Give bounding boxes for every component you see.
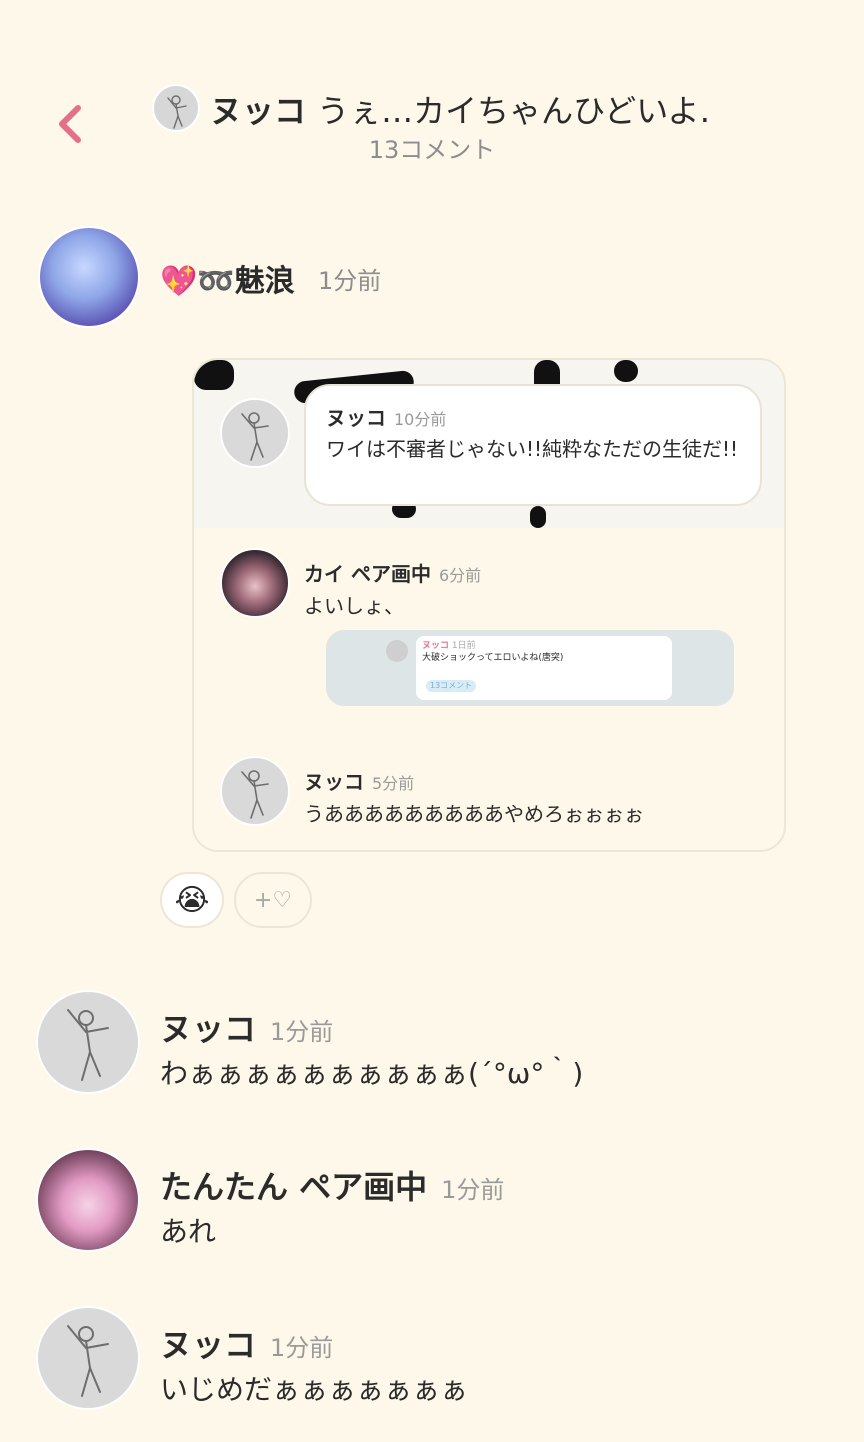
avatar[interactable] (220, 398, 290, 468)
comment-author[interactable]: ヌッコ (160, 1010, 256, 1048)
comment-text: わぁぁぁぁぁぁぁぁぁぁ(´°ω°｀) (160, 1057, 584, 1090)
avatar[interactable] (36, 990, 140, 1094)
avatar[interactable] (220, 756, 290, 826)
post-author-name: ヌッコ (210, 92, 307, 130)
embedded-comment-count: 13コメント (426, 680, 477, 692)
figure-icon (67, 1325, 109, 1397)
add-reaction-button[interactable]: +♡ (234, 872, 312, 928)
crying-face-icon: 😭 (174, 882, 210, 918)
comment-author[interactable]: たんたん ペア画中 (160, 1168, 427, 1206)
quoted-author: ヌッコ (304, 770, 364, 794)
comment-time: 1分前 (318, 267, 382, 295)
quoted-text: よいしょ、 (304, 594, 404, 618)
quoted-author: ヌッコ (326, 406, 386, 430)
comment-time: 1分前 (270, 1334, 334, 1362)
comment-time: 1分前 (441, 1176, 505, 1204)
comment-author[interactable]: ヌッコ (160, 1326, 256, 1364)
post-title: ヌッコ うぇ…カイちゃんひどいよ… (210, 86, 710, 132)
figure-icon (241, 770, 269, 819)
comment-text: いじめだぁぁぁぁぁぁぁ (160, 1373, 469, 1406)
figure-icon (167, 95, 187, 129)
avatar[interactable] (220, 548, 290, 618)
quoted-message-bubble: ヌッコ 10分前 ワイは不審者じゃない!!純粋なただの生徒だ!! (304, 384, 762, 506)
embedded-post-preview[interactable]: ヌッコ 1日前 大破ショックってエロいよね(唐突) 13コメント (326, 630, 734, 706)
reaction-cry[interactable]: 😭 (160, 872, 224, 928)
embedded-title: 大破ショックってエロいよね(唐突) (422, 653, 564, 663)
poster-avatar[interactable] (152, 84, 200, 132)
quoted-text: うあああああああああやめろぉぉぉぉ (304, 802, 644, 826)
comment-text: あれ (160, 1215, 217, 1248)
avatar[interactable] (36, 1148, 140, 1252)
avatar[interactable] (36, 1306, 140, 1410)
avatar (386, 640, 408, 662)
quoted-author: カイ ペア画中 (304, 562, 431, 586)
comment-time: 1分前 (270, 1018, 334, 1046)
quoted-time: 5分前 (372, 774, 415, 793)
quoted-thread-card[interactable]: ヌッコ 10分前 ワイは不審者じゃない!!純粋なただの生徒だ!! カイ ペア画中 6… (192, 358, 786, 852)
comment-count: 13コメント (368, 136, 496, 164)
figure-icon (67, 1009, 109, 1081)
heart-plus-icon: +♡ (253, 887, 293, 913)
post-title-text: うぇ…カイちゃんひどいよ… (317, 92, 710, 130)
embedded-time: 1日前 (451, 641, 476, 651)
embedded-post-card: ヌッコ 1日前 大破ショックってエロいよね(唐突) 13コメント (416, 636, 672, 700)
quoted-time: 6分前 (438, 566, 482, 585)
avatar[interactable] (38, 226, 140, 328)
embedded-author: ヌッコ (422, 641, 450, 651)
comment-author[interactable]: 💖➿魅浪 (160, 256, 295, 300)
quoted-time: 10分前 (394, 410, 447, 429)
quoted-text: ワイは不審者じゃない!!純粋なただの生徒だ!! (326, 437, 739, 461)
